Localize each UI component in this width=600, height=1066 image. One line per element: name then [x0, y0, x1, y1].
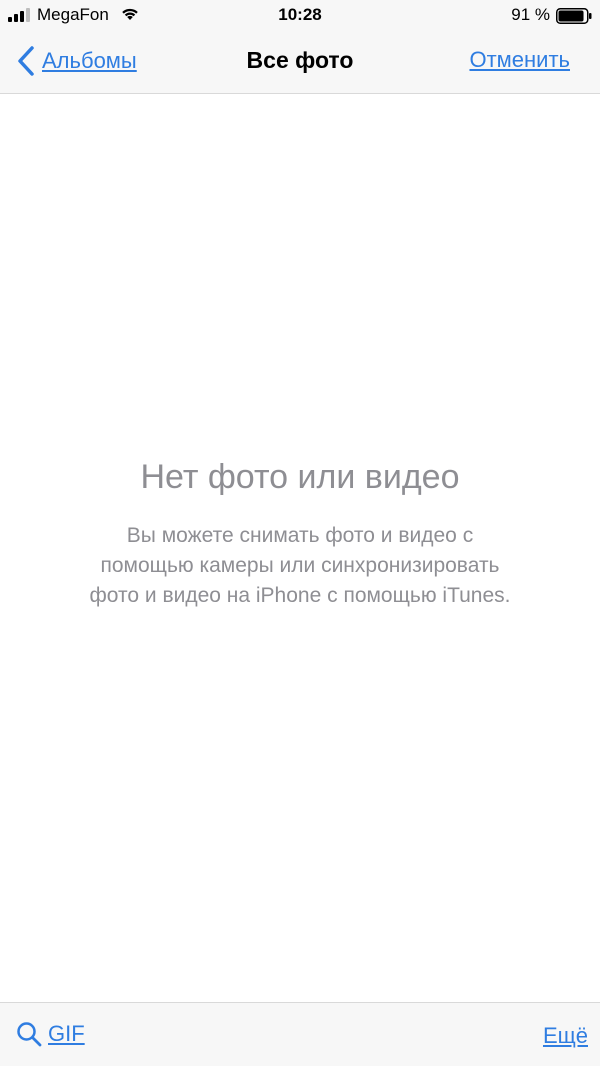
cancel-button[interactable]: Отменить	[469, 47, 570, 73]
more-button[interactable]: Ещё	[543, 1023, 588, 1049]
navigation-bar: Альбомы Все фото Отменить	[0, 32, 600, 92]
status-time: 10:28	[278, 5, 322, 24]
photos-screen: MegaFon 10:28 91 % Альбомы Все фото Отме…	[0, 0, 600, 1066]
battery-icon	[556, 8, 592, 24]
battery-percent: 91 %	[511, 5, 550, 24]
search-icon	[17, 1022, 42, 1047]
empty-state-line-1: Вы можете снимать фото и видео с	[126, 524, 474, 547]
empty-state-line-2: помощью камеры или синхронизировать	[100, 554, 500, 577]
empty-state-line-3: фото и видео на iPhone с помощью iTunes.	[89, 584, 511, 607]
empty-state: Нет фото или видео Вы можете снимать фот…	[40, 458, 560, 611]
top-chrome: MegaFon 10:28 91 % Альбомы Все фото Отме…	[0, 0, 600, 94]
status-bar: MegaFon 10:28 91 %	[0, 0, 600, 32]
search-gif-button[interactable]: GIF	[16, 1021, 85, 1047]
empty-state-description: Вы можете снимать фото и видео с помощью…	[40, 521, 560, 611]
empty-state-title: Нет фото или видео	[140, 458, 460, 496]
gif-label: GIF	[48, 1021, 85, 1046]
bottom-toolbar: GIF Ещё	[0, 1002, 600, 1066]
